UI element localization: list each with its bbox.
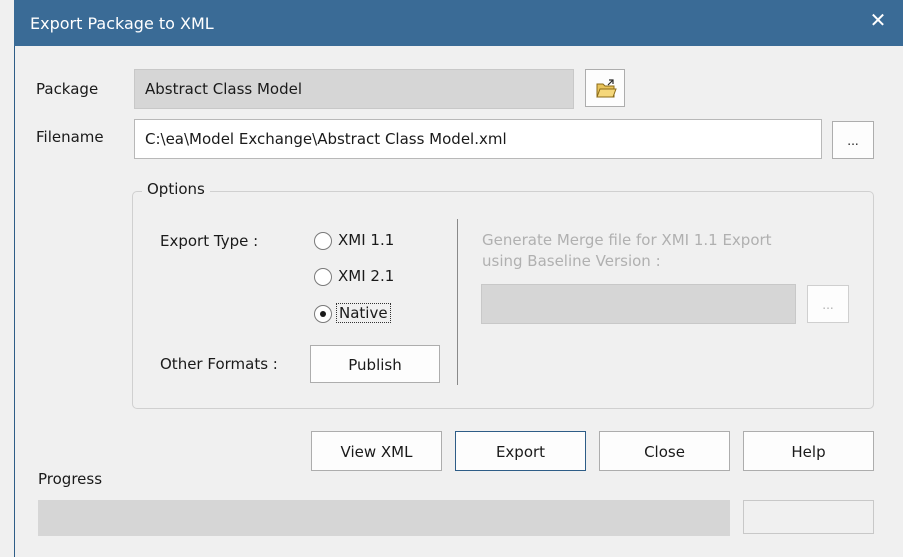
progress-bar [38,500,730,536]
radio-native-label[interactable]: Native [336,303,391,323]
radio-native[interactable] [314,305,332,323]
baseline-version-field [481,284,796,324]
baseline-browse-button: ... [807,285,849,323]
window-title: Export Package to XML [30,14,214,33]
package-label: Package [36,80,99,98]
export-button[interactable]: Export [455,431,586,471]
radio-xmi-2-1-label[interactable]: XMI 2.1 [338,267,394,285]
package-browse-button[interactable] [585,69,625,107]
filename-browse-button[interactable]: ... [832,121,874,159]
merge-text-line2: using Baseline Version : [482,252,661,270]
radio-xmi-2-1[interactable] [314,268,332,286]
options-divider [457,219,458,385]
help-button[interactable]: Help [743,431,874,471]
view-xml-button[interactable]: View XML [311,431,442,471]
radio-xmi-1-1-label[interactable]: XMI 1.1 [338,231,394,249]
close-button[interactable]: Close [599,431,730,471]
options-legend: Options [142,180,210,198]
merge-text-line1: Generate Merge file for XMI 1.1 Export [482,231,772,249]
radio-xmi-1-1[interactable] [314,232,332,250]
progress-label: Progress [38,470,103,488]
package-field: Abstract Class Model [134,69,574,109]
publish-button[interactable]: Publish [310,345,440,383]
filename-input[interactable]: C:\ea\Model Exchange\Abstract Class Mode… [134,119,822,159]
filename-label: Filename [36,128,104,146]
close-icon[interactable]: ✕ [862,6,894,34]
folder-open-icon [596,79,617,98]
other-formats-label: Other Formats : [160,355,278,373]
filename-label-text: Filename [36,128,104,146]
export-type-label: Export Type : [160,232,259,250]
progress-status-box [743,500,874,534]
